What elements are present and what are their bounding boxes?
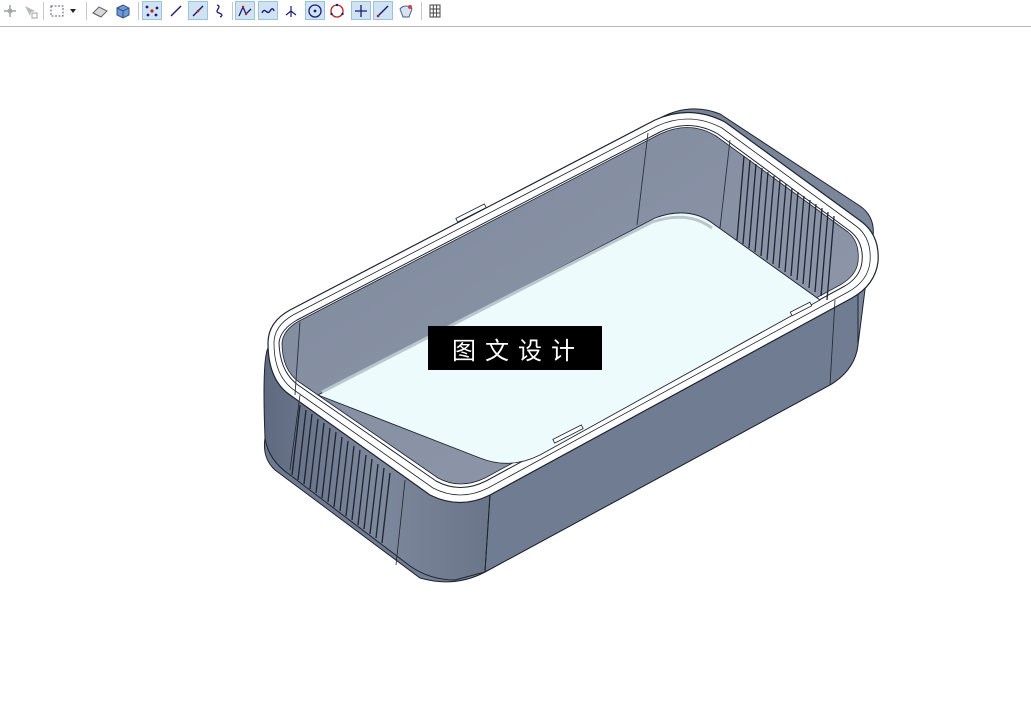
polyline-icon[interactable] [235,1,255,20]
graphics-viewport[interactable]: 图文设计 [0,27,1031,698]
curve-icon[interactable] [258,1,278,20]
select-box-icon[interactable] [47,1,67,20]
axis-icon[interactable] [281,1,301,20]
grid-icon[interactable] [425,1,445,20]
toolbar-separator [86,2,87,20]
diagonal-line-icon[interactable] [373,1,393,20]
snap-point-icon[interactable] [0,1,20,20]
surface-icon[interactable] [396,1,416,20]
points-cloud-icon[interactable] [142,1,162,20]
line-two-point-icon[interactable] [188,1,208,20]
toolbar-separator [43,2,44,20]
dropdown-arrow-icon[interactable] [66,1,80,20]
spline-icon[interactable] [210,1,230,20]
graphics-toolbar [0,0,1031,27]
toolbar-separator [138,2,139,20]
solid-cube-icon[interactable] [113,1,133,20]
circle-center-icon[interactable] [305,1,325,20]
circle-points-icon[interactable] [327,1,347,20]
eraser-icon[interactable] [90,1,110,20]
toolbar-separator [421,2,422,20]
watermark-label: 图文设计 [428,326,602,370]
toolbar-separator [232,2,233,20]
snap-cursor-icon[interactable] [20,1,40,20]
line-icon[interactable] [166,1,186,20]
cross-icon[interactable] [351,1,371,20]
